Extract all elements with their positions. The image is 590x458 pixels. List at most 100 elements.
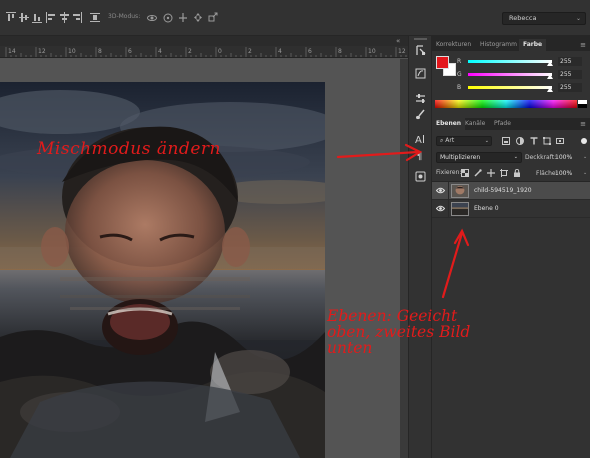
- layer-filter-row: ⌕ Art ⌄: [432, 134, 590, 148]
- ruler-label: 12: [398, 48, 406, 55]
- channel-label: B: [457, 84, 462, 91]
- eye-icon[interactable]: [436, 187, 445, 194]
- ruler-label: 6: [128, 48, 132, 55]
- svg-text:¶: ¶: [416, 151, 422, 161]
- panel-menu-icon[interactable]: ≡: [580, 118, 586, 130]
- svg-text:A: A: [415, 135, 422, 145]
- annotation-layers: Ebenen: Geeicht oben, zweites Bild unten: [327, 308, 470, 357]
- blend-mode-select[interactable]: Multiplizieren ⌄: [436, 152, 522, 163]
- chevron-down-icon: ⌄: [513, 154, 518, 160]
- align-right-icon[interactable]: [72, 12, 82, 23]
- chevron-down-icon[interactable]: ⌄: [583, 154, 587, 160]
- align-left-icon[interactable]: [46, 12, 56, 23]
- filter-kind-select[interactable]: ⌕ Art ⌄: [436, 136, 492, 146]
- layer-row-ebene-0[interactable]: Ebene 0: [432, 200, 590, 218]
- horizontal-ruler: 14 12 10 8 6 4 2 0 2 4 6 8 10 12: [0, 46, 408, 58]
- lock-transparent-icon[interactable]: [461, 169, 469, 177]
- lock-pixels-icon[interactable]: [474, 169, 482, 177]
- layer-row-child[interactable]: child-594519_1920: [432, 182, 590, 200]
- layer-name[interactable]: child-594519_1920: [474, 187, 532, 194]
- channel-label: G: [457, 71, 462, 78]
- channel-r: R 255: [456, 57, 590, 67]
- foreground-swatch[interactable]: [436, 56, 449, 69]
- panel-icon-strip: A ¶: [408, 36, 432, 458]
- ruler-label: 8: [98, 48, 102, 55]
- blend-mode-row: Multiplizieren ⌄ Deckkraft: 100% ⌄: [432, 150, 590, 164]
- lock-all-icon[interactable]: [513, 169, 521, 177]
- slide-3d-icon[interactable]: [193, 12, 203, 23]
- ruler-label: 2: [248, 48, 252, 55]
- annotation-line: unten: [327, 338, 373, 357]
- lock-label: Fixieren:: [436, 169, 462, 176]
- divider: [448, 182, 449, 200]
- tab-pfade[interactable]: Pfade: [490, 118, 515, 130]
- channel-value-b[interactable]: 255: [558, 83, 582, 92]
- paths-icon[interactable]: [414, 67, 427, 80]
- chevron-down-icon[interactable]: ⌄: [583, 170, 587, 176]
- channel-value-g[interactable]: 255: [558, 70, 582, 79]
- opacity-input[interactable]: 100%: [555, 154, 572, 161]
- opacity-label: Deckkraft:: [525, 154, 557, 161]
- character-icon[interactable]: A: [414, 132, 427, 145]
- channel-label: R: [457, 58, 462, 65]
- black-white-chip[interactable]: [578, 100, 587, 108]
- chevron-down-icon: ⌄: [575, 15, 581, 22]
- align-hcenter-icon[interactable]: [59, 12, 69, 23]
- slider-knob[interactable]: [547, 61, 553, 66]
- filter-toggle-icon[interactable]: [580, 137, 588, 145]
- eye-icon[interactable]: [436, 205, 445, 212]
- filter-adjustment-icon[interactable]: [516, 137, 524, 145]
- align-top-icon[interactable]: [6, 12, 16, 23]
- color-spectrum-ramp[interactable]: [435, 100, 577, 108]
- channel-slider-b[interactable]: [468, 86, 552, 89]
- lock-artboard-icon[interactable]: [500, 169, 508, 177]
- chevron-down-icon: ⌄: [484, 138, 489, 144]
- mode-3d-label: 3D-Modus:: [108, 13, 141, 20]
- roll-3d-icon[interactable]: [163, 12, 173, 23]
- tab-farbe[interactable]: Farbe: [519, 39, 547, 51]
- distribute-icon[interactable]: [90, 12, 100, 23]
- scale-3d-icon[interactable]: [208, 12, 218, 23]
- layer-name[interactable]: Ebene 0: [474, 205, 499, 212]
- panel-menu-icon[interactable]: ≡: [580, 39, 586, 51]
- properties-icon[interactable]: [414, 170, 427, 183]
- paragraph-icon[interactable]: ¶: [414, 148, 427, 161]
- orbit-3d-icon[interactable]: [147, 12, 157, 23]
- slider-knob[interactable]: [547, 87, 553, 92]
- channel-value-r[interactable]: 255: [558, 57, 582, 66]
- ruler-label: 2: [188, 48, 192, 55]
- filter-type-icon[interactable]: [530, 137, 538, 145]
- pan-3d-icon[interactable]: [178, 12, 188, 23]
- vertical-scrollbar[interactable]: [400, 59, 408, 458]
- ruler-label: 14: [8, 48, 16, 55]
- brush-settings-icon[interactable]: [414, 108, 427, 121]
- collapse-icon[interactable]: «: [396, 36, 400, 46]
- lock-position-icon[interactable]: [487, 169, 495, 177]
- ruler-label: 12: [38, 48, 46, 55]
- strip-grip[interactable]: [414, 38, 427, 40]
- ruler-label: 8: [338, 48, 342, 55]
- filter-shape-icon[interactable]: [543, 137, 551, 145]
- workspace-select[interactable]: Rebecca ⌄: [502, 12, 586, 25]
- ruler-label: 10: [68, 48, 76, 55]
- history-brush-icon[interactable]: [414, 44, 427, 57]
- channel-slider-g[interactable]: [468, 73, 552, 76]
- tab-kanaele[interactable]: Kanäle: [461, 118, 489, 130]
- ruler-label: 0: [218, 48, 222, 55]
- ruler-label: 6: [308, 48, 312, 55]
- channel-g: G 255: [456, 70, 590, 80]
- fill-input[interactable]: 100%: [555, 170, 572, 177]
- slider-knob[interactable]: [547, 74, 553, 79]
- layer-thumbnail: [451, 184, 469, 198]
- align-bottom-icon[interactable]: [32, 12, 42, 23]
- filter-kind-label: Art: [445, 137, 455, 144]
- filter-pixel-icon[interactable]: [502, 137, 510, 145]
- annotation-mix-mode: Mischmodus ändern: [37, 139, 221, 159]
- channel-slider-r[interactable]: [468, 60, 552, 63]
- tab-histogramm[interactable]: Histogramm: [476, 39, 521, 51]
- tab-korrekturen[interactable]: Korrekturen: [432, 39, 475, 51]
- adjust-sliders-icon[interactable]: [414, 92, 427, 105]
- document-tab-strip: «: [0, 36, 408, 46]
- filter-smartobject-icon[interactable]: [556, 137, 564, 145]
- align-vcenter-icon[interactable]: [19, 12, 29, 23]
